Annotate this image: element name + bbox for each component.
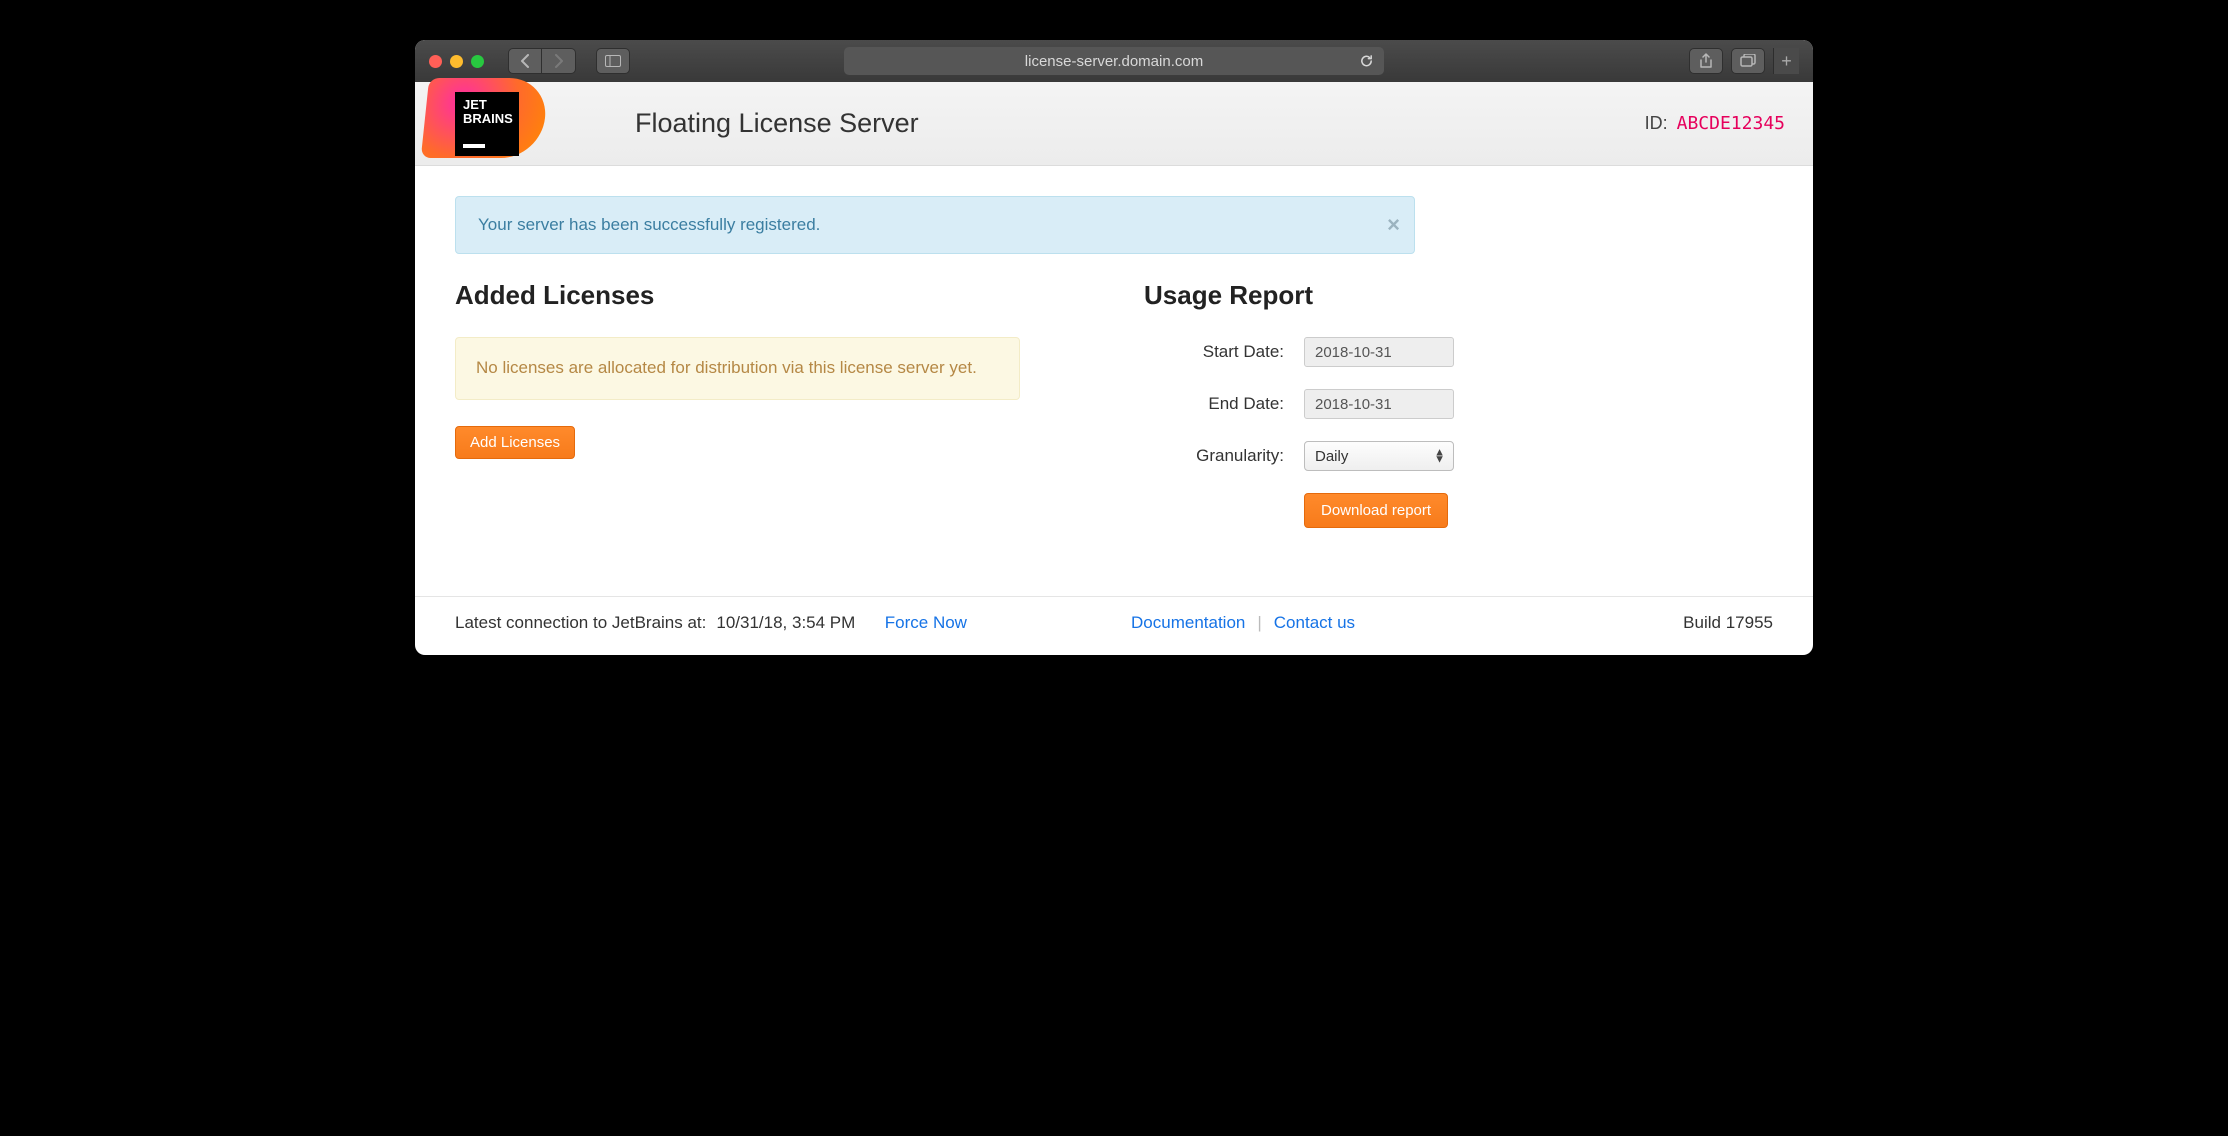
usage-report-heading: Usage Report <box>1144 280 1773 311</box>
window-minimize-button[interactable] <box>450 55 463 68</box>
granularity-value: Daily <box>1315 448 1348 465</box>
share-button[interactable] <box>1689 48 1723 74</box>
window-controls <box>429 55 484 68</box>
sidebar-toggle-button[interactable] <box>596 48 630 74</box>
success-alert-text: Your server has been successfully regist… <box>478 215 820 234</box>
close-icon[interactable]: × <box>1387 212 1400 238</box>
granularity-select[interactable]: Daily ▲▼ <box>1304 441 1454 471</box>
logo-line2: BRAINS <box>463 112 511 127</box>
id-label: ID: <box>1645 113 1668 133</box>
added-licenses-heading: Added Licenses <box>455 280 1084 311</box>
chevron-updown-icon: ▲▼ <box>1434 449 1445 462</box>
added-licenses-section: Added Licenses No licenses are allocated… <box>455 280 1084 528</box>
browser-window: license-server.domain.com + JET BRAINS F <box>415 40 1813 655</box>
end-date-label: End Date: <box>1144 394 1284 414</box>
address-text: license-server.domain.com <box>1025 53 1203 70</box>
page-title: Floating License Server <box>635 108 919 139</box>
start-date-input[interactable] <box>1304 337 1454 367</box>
success-alert: Your server has been successfully regist… <box>455 196 1415 254</box>
latest-connection-label: Latest connection to JetBrains at: <box>455 613 706 633</box>
nav-buttons <box>508 48 576 74</box>
no-licenses-text: No licenses are allocated for distributi… <box>476 358 977 377</box>
window-maximize-button[interactable] <box>471 55 484 68</box>
page-content: Your server has been successfully regist… <box>415 166 1813 596</box>
end-date-input[interactable] <box>1304 389 1454 419</box>
download-report-button[interactable]: Download report <box>1304 493 1448 528</box>
usage-report-section: Usage Report Start Date: End Date: Granu… <box>1144 280 1773 528</box>
add-licenses-button[interactable]: Add Licenses <box>455 426 575 459</box>
forward-button[interactable] <box>542 48 576 74</box>
back-button[interactable] <box>508 48 542 74</box>
contact-us-link[interactable]: Contact us <box>1274 613 1355 633</box>
force-now-link[interactable]: Force Now <box>885 613 967 633</box>
footer-separator: | <box>1257 613 1261 633</box>
server-id: ID: ABCDE12345 <box>1645 113 1785 134</box>
tabs-overview-button[interactable] <box>1731 48 1765 74</box>
granularity-label: Granularity: <box>1144 446 1284 466</box>
window-close-button[interactable] <box>429 55 442 68</box>
jetbrains-logo: JET BRAINS <box>425 82 565 166</box>
page-header: JET BRAINS Floating License Server ID: A… <box>415 82 1813 166</box>
page-footer: Latest connection to JetBrains at: 10/31… <box>415 596 1813 655</box>
browser-titlebar: license-server.domain.com + <box>415 40 1813 82</box>
documentation-link[interactable]: Documentation <box>1131 613 1245 633</box>
no-licenses-alert: No licenses are allocated for distributi… <box>455 337 1020 400</box>
build-number: 17955 <box>1726 613 1773 632</box>
id-value: ABCDE12345 <box>1677 113 1785 134</box>
reload-icon[interactable] <box>1359 54 1374 69</box>
new-tab-button[interactable]: + <box>1773 48 1799 74</box>
build-label: Build <box>1683 613 1721 632</box>
latest-connection-time: 10/31/18, 3:54 PM <box>716 613 855 633</box>
start-date-label: Start Date: <box>1144 342 1284 362</box>
logo-line1: JET <box>463 98 511 113</box>
address-bar[interactable]: license-server.domain.com <box>844 47 1384 75</box>
